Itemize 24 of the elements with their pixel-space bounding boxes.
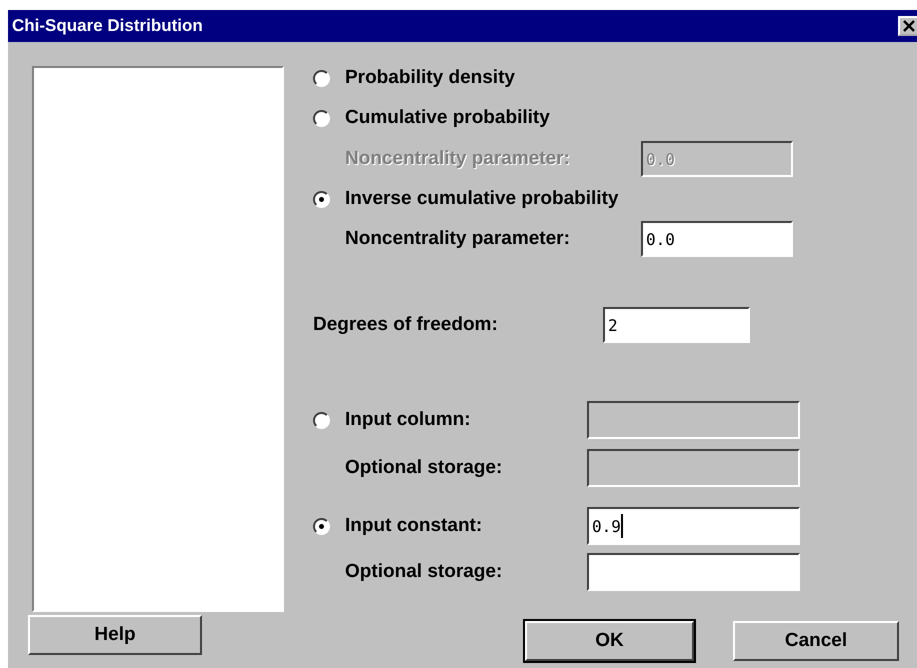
close-button[interactable] <box>898 16 917 36</box>
input-field[interactable]: 2 <box>603 307 750 343</box>
input-field[interactable]: 0.0 <box>641 221 793 257</box>
help-button[interactable]: Help <box>28 615 202 655</box>
radio-button[interactable] <box>313 518 330 534</box>
field-label: Optional storage: <box>345 457 504 479</box>
cancel-button[interactable]: Cancel <box>733 621 899 661</box>
input-field[interactable]: 0.9 <box>587 507 800 545</box>
input-field[interactable] <box>587 553 800 591</box>
field-label: Noncentrality parameter: <box>345 148 571 170</box>
field-label: Input constant: <box>345 515 484 537</box>
option-label: Inverse cumulative probability <box>345 188 618 210</box>
radio-button[interactable] <box>313 190 330 208</box>
window-title: Chi-Square Distribution <box>12 16 203 36</box>
field-label: Input column: <box>345 409 472 431</box>
field-label: Noncentrality parameter: <box>345 228 571 250</box>
radio-button[interactable] <box>313 110 330 126</box>
option-label: Probability density <box>345 67 515 89</box>
ok-button[interactable]: OK <box>525 621 694 661</box>
close-icon <box>903 20 915 32</box>
option-label: Cumulative probability <box>345 107 550 129</box>
radio-button[interactable] <box>313 70 330 86</box>
field-label: Degrees of freedom: <box>313 314 499 336</box>
field-label: Optional storage: <box>345 561 504 583</box>
